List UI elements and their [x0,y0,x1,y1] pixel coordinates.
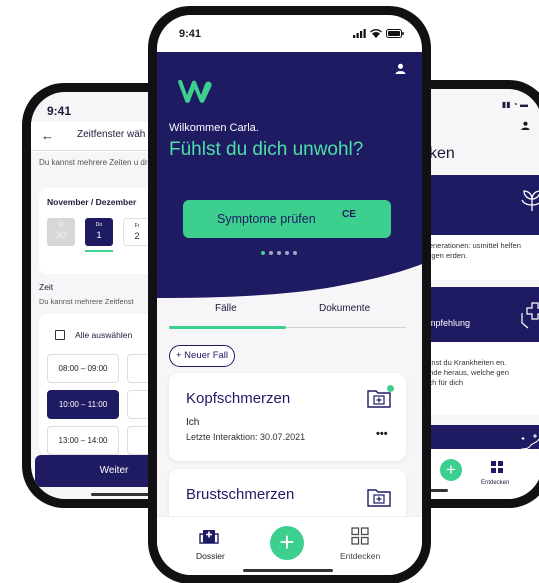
dossier-icon[interactable] [199,526,219,544]
tab-cases[interactable]: Fälle [215,303,237,314]
check-symptoms-label: Symptome prüfen [217,212,316,226]
select-all-row[interactable]: Alle auswählen [55,330,132,340]
main-phone-mockup: 9:41 Wilkommen Carla. Fühlst du dich unw… [148,6,431,583]
day-option[interactable]: Fr 2 [123,218,151,246]
new-case-button[interactable]: + Neuer Fall [169,345,236,367]
wifi-icon [370,29,382,38]
tab-divider [286,327,406,328]
tab-dossier[interactable]: Dossier [196,551,225,561]
discover-icon[interactable] [491,461,503,473]
day-number: 1 [96,230,102,240]
selected-day-indicator [85,250,113,252]
carousel-dot-active[interactable] [261,251,265,255]
discover-card-recommendation-body: annst du Krankheiten en. Finde heraus, w… [419,342,539,415]
welcome-text: Wilkommen Carla. [169,122,259,134]
profile-icon[interactable] [521,121,530,133]
case-last-interaction: Letzte Interaktion: 30.07.2021 [186,432,306,442]
carousel-dots[interactable] [261,251,297,255]
time-slot[interactable]: 08:00 – 09:00 [47,354,119,383]
page-title: Zeitfenster wäh [77,129,146,140]
headline-question: Fühlst du dich unwohl? [169,139,364,160]
card-description: Generationen: usmittel helfen gegen erde… [423,241,521,260]
time-slot-selected[interactable]: 10:00 – 11:00 [47,390,119,419]
case-title: Brustschmerzen [186,486,295,503]
main-phone-screen: 9:41 Wilkommen Carla. Fühlst du dich unw… [157,15,422,575]
status-icons: ▮▮ ◔ ▬ [501,100,528,109]
card-description: annst du Krankheiten en. Finde heraus, w… [423,358,509,387]
select-all-checkbox[interactable] [55,330,65,340]
carousel-dot[interactable] [285,251,289,255]
signal-icon [353,29,366,38]
tab-entdecken[interactable]: Entdecken [481,480,509,486]
day-name: Mi [58,222,64,228]
app-logo [177,75,215,108]
carousel-dot[interactable] [277,251,281,255]
discover-icon[interactable] [351,527,369,545]
plant-icon [517,185,539,220]
section-label-time: Zeit [39,282,54,292]
day-option-selected[interactable]: Do 1 [85,218,113,246]
case-person: Ich [186,417,200,428]
discover-card-top[interactable]: el [419,175,539,235]
select-all-label: Alle auswählen [75,330,133,340]
notification-badge [387,385,394,392]
back-arrow-icon[interactable]: ← [41,128,54,143]
folder-medical-icon [367,489,391,507]
day-number: 2 [134,231,140,241]
time-slot[interactable]: 13:00 – 14:00 [47,426,119,455]
day-name: Do [95,222,103,228]
ce-mark: CE [342,209,356,220]
profile-icon[interactable] [395,61,406,79]
day-number: 30 [55,230,66,240]
time-hint: Du kannst mehrere Zeitfenst [39,297,134,306]
discover-card-top-body: Generationen: usmittel helfen gegen erde… [419,235,539,280]
case-card[interactable]: Kopfschmerzen Ich Letzte Interaktion: 30… [169,373,406,461]
medical-hands-icon [519,299,539,336]
month-label: November / Dezember [47,197,137,207]
more-options-icon[interactable]: ••• [376,428,388,440]
day-option-disabled: Mi 30 [47,218,75,246]
page-title: ken [429,145,455,162]
day-name: Fr [134,223,140,229]
carousel-dot[interactable] [293,251,297,255]
tab-bar: Dossier + Entdecken [157,516,422,575]
tab-entdecken[interactable]: Entdecken [340,551,380,561]
home-indicator [243,569,333,572]
add-button[interactable]: + [270,526,304,560]
hero-wave-shape [157,264,422,302]
battery-icon [386,29,404,38]
check-symptoms-button[interactable]: Symptome prüfen CE [183,200,391,238]
tab-documents[interactable]: Dokumente [319,303,370,314]
carousel-dot[interactable] [269,251,273,255]
status-time: 9:41 [47,104,72,118]
discover-card-recommendation[interactable]: empfehlung [419,287,539,342]
status-time: 9:41 [179,28,202,40]
active-tab-indicator [169,326,286,329]
case-title: Kopfschmerzen [186,390,291,407]
add-button[interactable]: + [440,459,462,481]
status-icons [353,29,404,38]
